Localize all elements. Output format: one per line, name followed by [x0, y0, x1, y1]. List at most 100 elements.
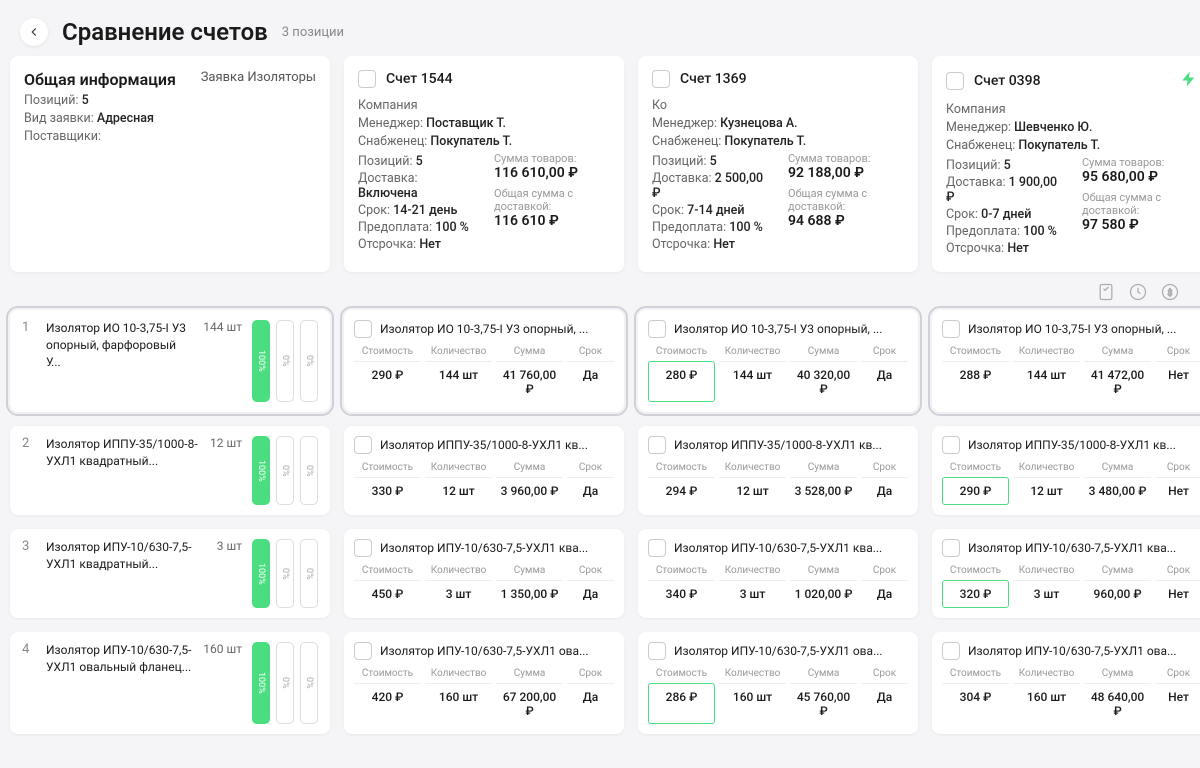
- offer-term: Да: [567, 580, 614, 607]
- offer-name: Изолятор ИПУ-10/630-7,5-УХЛ1 ква...: [380, 541, 588, 555]
- offer-term: Нет: [1155, 477, 1200, 505]
- total-sum-label: Общая сумма с доставкой:: [494, 187, 610, 213]
- offer-checkbox[interactable]: [354, 539, 372, 557]
- file-icon[interactable]: [1096, 282, 1116, 302]
- total-sum-label: Общая сумма с доставкой:: [788, 187, 904, 213]
- offer-term: Да: [861, 361, 908, 402]
- offer-cost: 420 ₽: [354, 683, 421, 724]
- offer-qty: 160 шт: [719, 683, 786, 724]
- bar-0: 0%: [300, 320, 318, 402]
- item-name: Изолятор ИПУ-10/630-7,5-УХЛ1 квадратный.…: [46, 539, 207, 608]
- offer-qty: 144 шт: [1013, 361, 1080, 402]
- offer-checkbox[interactable]: [354, 436, 372, 454]
- item-index: 4: [22, 642, 36, 724]
- offer-cost: 304 ₽: [942, 683, 1009, 724]
- toolbar: $: [0, 272, 1200, 310]
- goods-sum-label: Сумма товаров:: [788, 152, 904, 165]
- item-qty: 144 шт: [203, 320, 242, 402]
- offer-term: Да: [861, 580, 908, 607]
- item-summary[interactable]: 4 Изолятор ИПУ-10/630-7,5-УХЛ1 овальный …: [10, 632, 330, 734]
- offer-checkbox[interactable]: [942, 642, 960, 660]
- item-offer-card: Изолятор ИПУ-10/630-7,5-УХЛ1 ква... Стои…: [932, 529, 1200, 618]
- offer-checkbox[interactable]: [648, 320, 666, 338]
- offer-checkbox[interactable]: [354, 320, 372, 338]
- general-info-card: Общая информация Заявка Изоляторы Позици…: [10, 56, 330, 272]
- currency-icon[interactable]: $: [1160, 282, 1180, 302]
- buyer: Снабженец: Покупатель Т.: [946, 138, 1198, 153]
- offer-qty: 144 шт: [425, 361, 492, 402]
- account-card: Счет 1369 Ко Менеджер: Кузнецова А. Снаб…: [638, 56, 918, 272]
- company-label: Компания: [946, 102, 1198, 117]
- item-name: Изолятор ИППУ-35/1000-8-УХЛ1 квадратный.…: [46, 436, 200, 505]
- info-suppliers: Поставщики:: [24, 129, 316, 144]
- offer-checkbox[interactable]: [648, 642, 666, 660]
- item-qty: 3 шт: [217, 539, 242, 608]
- item-qty: 12 шт: [210, 436, 242, 505]
- offer-term: Да: [861, 683, 908, 724]
- info-type: Вид заявки: Адресная: [24, 111, 316, 126]
- item-summary[interactable]: 2 Изолятор ИППУ-35/1000-8-УХЛ1 квадратны…: [10, 426, 330, 515]
- offer-qty: 12 шт: [719, 477, 786, 504]
- offer-sum: 1 020,00 ₽: [790, 580, 857, 607]
- offer-name: Изолятор ИППУ-35/1000-8-УХЛ1 кв...: [968, 438, 1176, 452]
- offer-sum: 3 528,00 ₽: [790, 477, 857, 504]
- goods-sum: 95 680,00 ₽: [1082, 169, 1198, 185]
- item-index: 3: [22, 539, 36, 608]
- offer-term: Нет: [1155, 683, 1200, 724]
- offer-qty: 12 шт: [425, 477, 492, 504]
- company-label: Компания: [358, 98, 610, 113]
- offer-name: Изолятор ИПУ-10/630-7,5-УХЛ1 ква...: [968, 541, 1176, 555]
- total-sum: 116 610 ₽: [494, 213, 610, 229]
- total-sum-label: Общая сумма с доставкой:: [1082, 191, 1198, 217]
- offer-checkbox[interactable]: [648, 539, 666, 557]
- request-link[interactable]: Заявка Изоляторы: [201, 70, 316, 85]
- offer-qty: 3 шт: [425, 580, 492, 607]
- offer-term: Да: [861, 477, 908, 504]
- offer-name: Изолятор ИПУ-10/630-7,5-УХЛ1 ова...: [380, 644, 589, 658]
- refresh-icon[interactable]: [1128, 282, 1148, 302]
- back-button[interactable]: [20, 18, 48, 46]
- item-name: Изолятор ИО 10-3,75-I У3 опорный, фарфор…: [46, 320, 193, 402]
- offer-term: Нет: [1155, 361, 1200, 402]
- account-card: Счет 0398 Компания Менеджер: Шевченко Ю.…: [932, 56, 1200, 272]
- offer-name: Изолятор ИППУ-35/1000-8-УХЛ1 кв...: [380, 438, 588, 452]
- account-checkbox[interactable]: [652, 70, 670, 88]
- item-summary[interactable]: 1 Изолятор ИО 10-3,75-I У3 опорный, фарф…: [10, 310, 330, 412]
- offer-checkbox[interactable]: [942, 320, 960, 338]
- offer-sum: 48 640,00 ₽: [1084, 683, 1151, 724]
- offer-sum: 1 350,00 ₽: [496, 580, 563, 607]
- item-row: 4 Изолятор ИПУ-10/630-7,5-УХЛ1 овальный …: [10, 632, 1190, 734]
- item-name: Изолятор ИПУ-10/630-7,5-УХЛ1 овальный фл…: [46, 642, 193, 724]
- offer-term: Нет: [1155, 580, 1200, 608]
- offer-checkbox[interactable]: [648, 436, 666, 454]
- goods-sum-label: Сумма товаров:: [494, 152, 610, 165]
- offer-checkbox[interactable]: [942, 436, 960, 454]
- offer-checkbox[interactable]: [942, 539, 960, 557]
- item-offer-card: Изолятор ИППУ-35/1000-8-УХЛ1 кв... Стоим…: [638, 426, 918, 515]
- item-summary[interactable]: 3 Изолятор ИПУ-10/630-7,5-УХЛ1 квадратны…: [10, 529, 330, 618]
- offer-qty: 144 шт: [719, 361, 786, 402]
- svg-text:$: $: [1168, 287, 1173, 298]
- offer-name: Изолятор ИППУ-35/1000-8-УХЛ1 кв...: [674, 438, 882, 452]
- page-title: Сравнение счетов: [62, 18, 268, 46]
- manager: Менеджер: Поставщик Т.: [358, 116, 610, 131]
- total-sum: 94 688 ₽: [788, 213, 904, 229]
- bar-0: 0%: [300, 436, 318, 505]
- company-label: Ко: [652, 98, 904, 113]
- offer-term: Да: [567, 477, 614, 504]
- bar-0: 0%: [300, 642, 318, 724]
- item-index: 1: [22, 320, 36, 402]
- bar-100: 100%: [252, 436, 270, 505]
- account-checkbox[interactable]: [358, 70, 376, 88]
- buyer: Снабженец: Покупатель Т.: [652, 134, 904, 149]
- offer-qty: 160 шт: [425, 683, 492, 724]
- match-bars: 100% 0% 0%: [252, 642, 318, 724]
- info-title: Общая информация: [24, 70, 176, 89]
- account-checkbox[interactable]: [946, 72, 964, 90]
- offer-cost: 450 ₽: [354, 580, 421, 607]
- item-offer-card: Изолятор ИППУ-35/1000-8-УХЛ1 кв... Стоим…: [344, 426, 624, 515]
- bar-100: 100%: [252, 642, 270, 724]
- offer-sum: 40 320,00 ₽: [790, 361, 857, 402]
- offer-sum: 41 472,00 ₽: [1084, 361, 1151, 402]
- offer-checkbox[interactable]: [354, 642, 372, 660]
